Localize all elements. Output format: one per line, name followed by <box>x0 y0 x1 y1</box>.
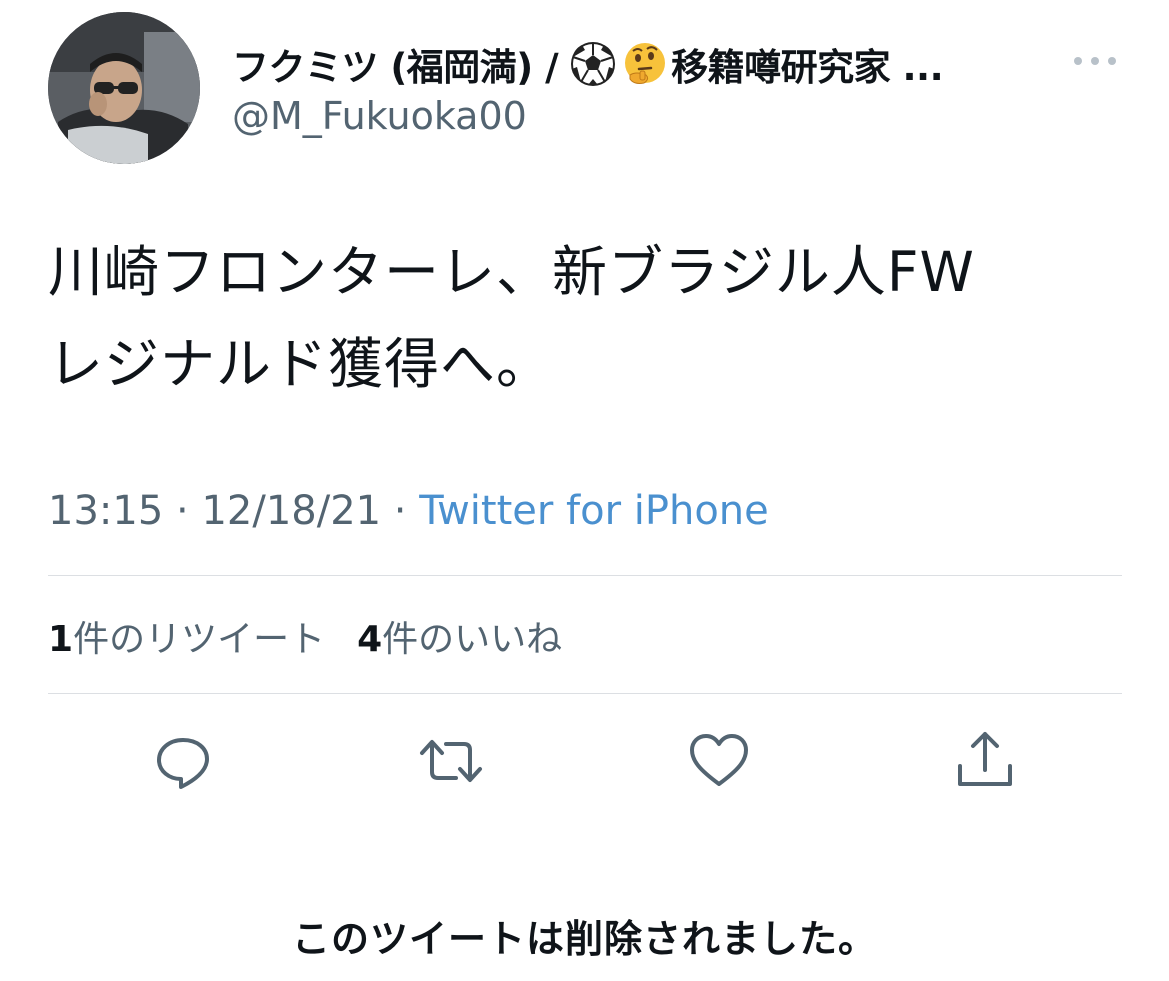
more-options-icon[interactable] <box>1070 48 1120 74</box>
tweet-text-line: レジナルド獲得へ。 <box>48 332 553 396</box>
like-button[interactable] <box>686 728 752 794</box>
meta-separator: · <box>163 488 202 534</box>
author-handle[interactable]: @M_Fukuoka00 <box>232 94 527 138</box>
display-name-suffix: 移籍噂研究家 ... <box>671 46 944 89</box>
likes-count: 4 <box>357 619 383 660</box>
share-icon <box>958 732 1012 786</box>
reply-icon <box>157 738 209 789</box>
tweet-text: 川崎フロンターレ、新ブラジル人FW レジナルド獲得へ。 <box>48 226 1128 410</box>
divider <box>48 693 1122 694</box>
tweet-text-line: 川崎フロンターレ、新ブラジル人FW <box>48 240 975 304</box>
likes-stat[interactable]: 4件のいいね <box>357 610 562 662</box>
like-icon <box>690 734 748 786</box>
likes-label: 件のいいね <box>382 619 563 660</box>
retweets-count: 1 <box>48 619 74 660</box>
thinking-face-icon <box>622 41 668 87</box>
retweet-icon <box>420 740 482 782</box>
author-display-name[interactable]: フクミツ (福岡満) / 移籍噂研究家 ... <box>232 38 944 90</box>
deleted-tweet-notice: このツイートは削除されました。 <box>291 917 877 961</box>
retweets-stat[interactable]: 1件のリツイート <box>48 610 325 662</box>
tweet-date: 12/18/21 <box>201 488 382 534</box>
tweet-stats: 1件のリツイート 4件のいいね <box>48 610 562 662</box>
divider <box>48 575 1122 576</box>
share-button[interactable] <box>952 728 1018 794</box>
soccer-ball-icon <box>570 41 616 87</box>
reply-button[interactable] <box>150 728 216 794</box>
tweet-time: 13:15 <box>48 488 164 534</box>
retweet-button[interactable] <box>418 728 484 794</box>
tweet-meta: 13:15 · 12/18/21 · Twitter for iPhone <box>48 488 769 534</box>
tweet-source-link[interactable]: Twitter for iPhone <box>419 488 769 534</box>
meta-separator: · <box>381 488 420 534</box>
retweets-label: 件のリツイート <box>73 619 326 660</box>
display-name-prefix: フクミツ (福岡満) / <box>232 46 559 89</box>
avatar[interactable] <box>48 12 200 164</box>
